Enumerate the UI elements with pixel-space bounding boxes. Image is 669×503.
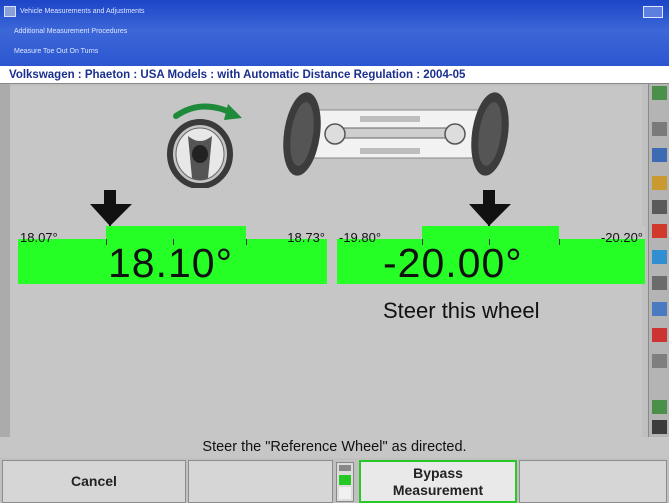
indicator-empty	[339, 487, 351, 499]
indicator-fill	[339, 475, 351, 485]
steer-wheel-caption: Steer this wheel	[383, 298, 540, 323]
bypass-label-line2: Measurement	[392, 481, 484, 498]
toolbar-icon[interactable]	[652, 276, 667, 290]
indicator-cap	[339, 465, 351, 471]
right-toolbar	[648, 84, 669, 458]
toolbar-icon[interactable]	[652, 148, 667, 162]
window-controls-icon[interactable]	[643, 6, 663, 18]
right-gauge-reading: -20.00°	[383, 240, 523, 286]
steering-wheel-icon	[167, 103, 242, 188]
toolbar-icon[interactable]	[652, 328, 667, 342]
cancel-button-label: Cancel	[71, 473, 117, 489]
gauge-tick	[246, 239, 247, 245]
breadcrumb-level-2: Additional Measurement Procedures	[14, 28, 128, 35]
toolbar-icon[interactable]	[652, 122, 667, 136]
empty-button-slot[interactable]	[519, 460, 667, 503]
axle-icon	[283, 92, 509, 176]
bypass-label-line1: Bypass	[413, 464, 463, 481]
toolbar-icon[interactable]	[652, 250, 667, 264]
right-gauge-min: -19.80°	[339, 230, 382, 245]
left-gauge-min: 18.07°	[20, 230, 58, 245]
left-gauge-reading: 18.10°	[108, 240, 233, 286]
toolbar-icon[interactable]	[652, 302, 667, 316]
breadcrumb-level-3: Measure Toe Out On Turns	[14, 48, 99, 55]
cancel-button[interactable]: Cancel	[2, 460, 186, 503]
toolbar-icon[interactable]	[652, 200, 667, 214]
left-frame	[0, 84, 10, 458]
toolbar-icon[interactable]	[652, 400, 667, 414]
bypass-button-label: Bypass Measurement	[393, 465, 483, 499]
gauge-tick	[106, 239, 107, 245]
toolbar-icon[interactable]	[652, 86, 667, 100]
right-gauge-max: -20.20°	[600, 230, 643, 245]
right-wheel-gauge: -19.80° -20.20° -20.00°	[337, 226, 645, 286]
window-titlebar: Vehicle Measurements and Adjustments Add…	[0, 0, 669, 68]
progress-indicator	[336, 462, 354, 502]
toolbar-icon[interactable]	[652, 176, 667, 190]
toolbar-icon[interactable]	[652, 420, 667, 434]
gauge-tick	[559, 239, 560, 245]
bypass-measurement-button[interactable]: Bypass Measurement	[359, 460, 517, 503]
breadcrumb-level-1: Vehicle Measurements and Adjustments	[20, 8, 145, 15]
left-gauge-max: 18.73°	[287, 230, 325, 245]
empty-button-slot[interactable]	[188, 460, 333, 503]
left-wheel-gauge: 18.07° 18.73° 18.10°	[18, 226, 327, 286]
vehicle-description: Volkswagen : Phaeton : USA Models : with…	[0, 66, 669, 84]
toolbar-icon[interactable]	[652, 354, 667, 368]
instruction-text: Steer the "Reference Wheel" as directed.	[0, 437, 669, 458]
toolbar-icon[interactable]	[652, 224, 667, 238]
app-icon	[4, 6, 16, 17]
